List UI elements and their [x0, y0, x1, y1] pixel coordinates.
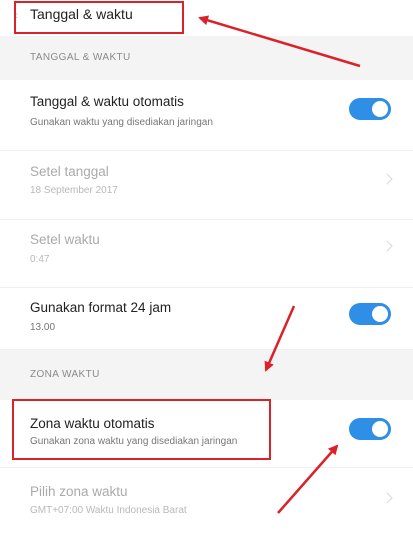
pick-timezone-value: GMT+07:00 Waktu Indonesia Barat [30, 505, 187, 516]
auto-timezone-row[interactable]: Zona waktu otomatis Gunakan zona waktu y… [0, 400, 413, 468]
chevron-left-icon[interactable]: ‹ [14, 8, 18, 22]
set-time-row[interactable]: Setel waktu 0:47 [0, 220, 413, 288]
pick-timezone-row[interactable]: Pilih zona waktu GMT+07:00 Waktu Indones… [0, 468, 413, 535]
auto-datetime-subtitle: Gunakan waktu yang disediakan jaringan [30, 117, 213, 128]
set-time-title: Setel waktu [30, 232, 100, 247]
section-header-datetime: TANGGAL & WAKTU [0, 36, 413, 80]
auto-timezone-toggle[interactable] [349, 418, 391, 440]
format-24h-title: Gunakan format 24 jam [30, 300, 172, 315]
format-24h-toggle[interactable] [349, 303, 391, 325]
set-date-title: Setel tanggal [30, 164, 109, 179]
auto-timezone-title: Zona waktu otomatis [30, 416, 155, 431]
set-date-row[interactable]: Setel tanggal 18 September 2017 [0, 151, 413, 220]
format-24h-row[interactable]: Gunakan format 24 jam 13.00 [0, 288, 413, 350]
page-title: Tanggal & waktu [30, 6, 133, 22]
toggle-knob [372, 306, 388, 322]
set-date-value: 18 September 2017 [30, 185, 118, 196]
auto-datetime-title: Tanggal & waktu otomatis [30, 94, 184, 109]
chevron-right-icon [381, 492, 393, 504]
app-header: ‹ Tanggal & waktu [0, 0, 413, 36]
chevron-right-icon [381, 240, 393, 252]
pick-timezone-title: Pilih zona waktu [30, 484, 128, 499]
auto-datetime-toggle[interactable] [349, 98, 391, 120]
auto-timezone-subtitle: Gunakan zona waktu yang disediakan jarin… [30, 436, 238, 447]
format-24h-value: 13.00 [30, 322, 56, 333]
toggle-knob [372, 101, 388, 117]
set-time-value: 0:47 [30, 254, 50, 265]
toggle-knob [372, 421, 388, 437]
auto-datetime-row[interactable]: Tanggal & waktu otomatis Gunakan waktu y… [0, 80, 413, 151]
section-header-timezone: ZONA WAKTU [0, 350, 413, 400]
chevron-right-icon [381, 173, 393, 185]
